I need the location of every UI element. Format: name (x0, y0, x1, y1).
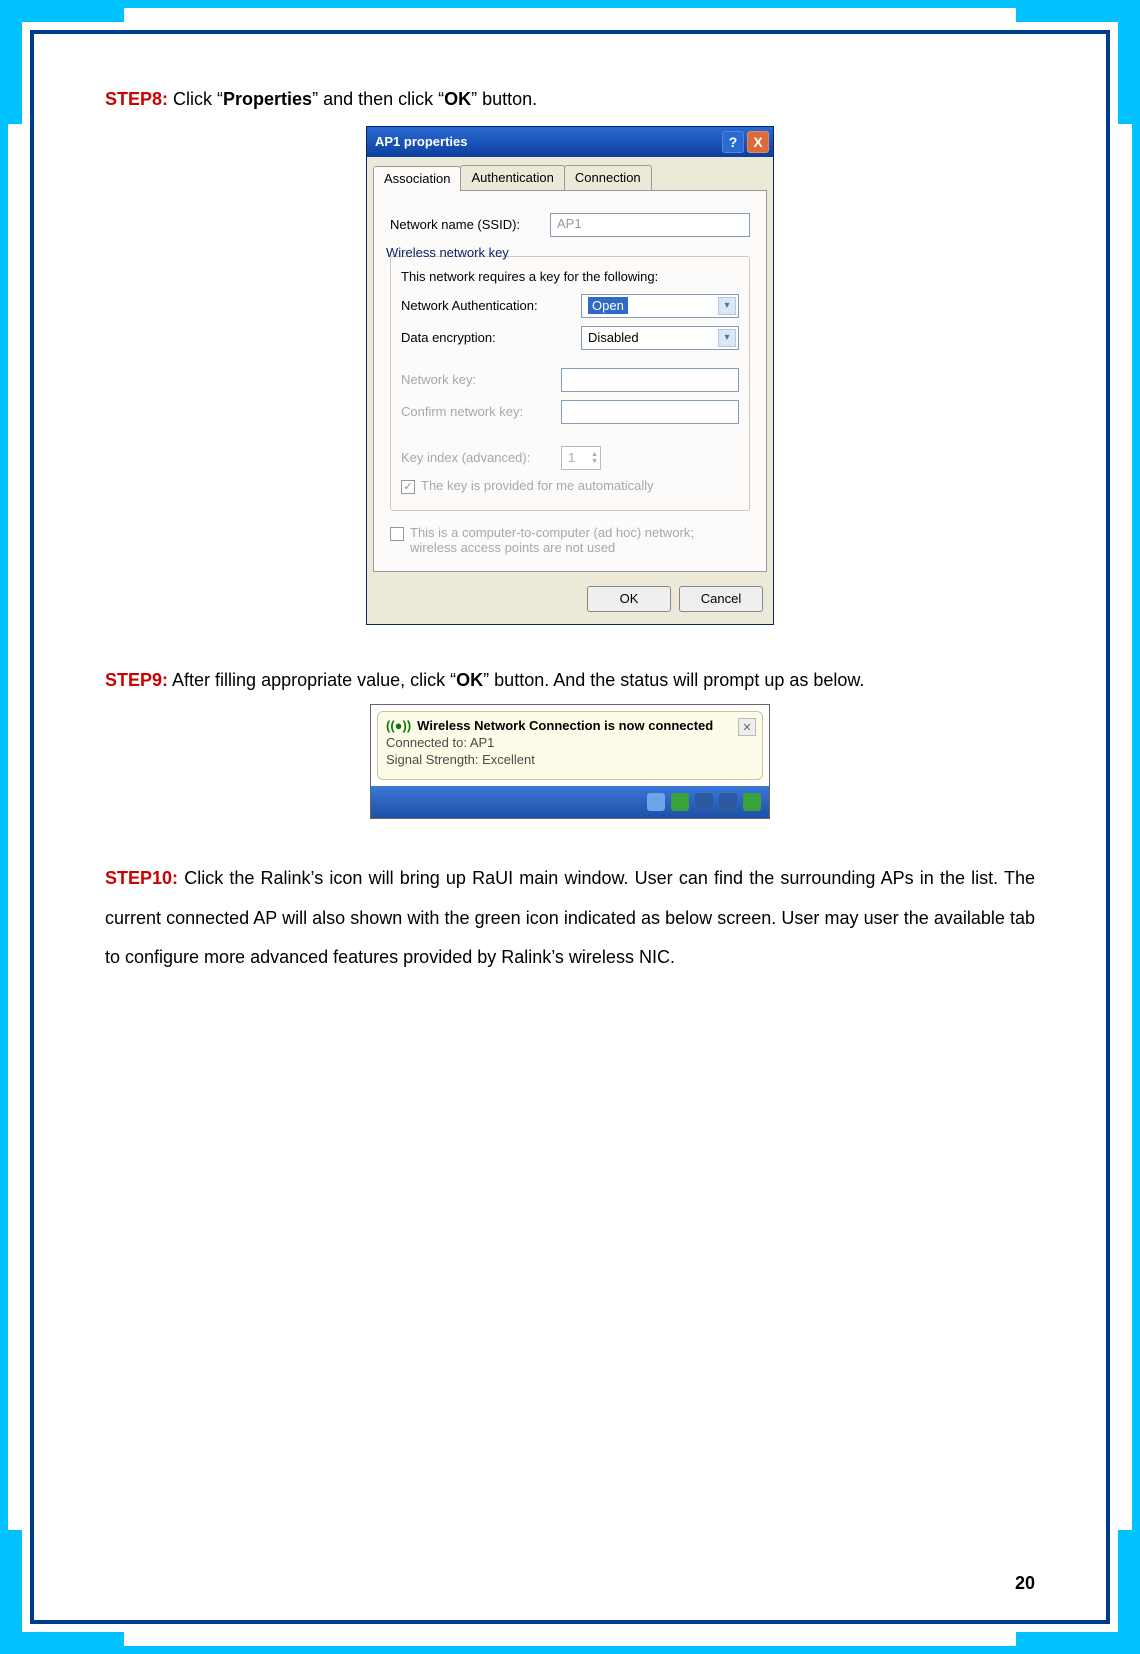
step9-label: STEP9: (105, 670, 168, 690)
balloon-title: Wireless Network Connection is now conne… (417, 718, 713, 733)
tray-icon[interactable] (743, 793, 761, 811)
balloon-signal-strength: Signal Strength: Excellent (386, 752, 754, 769)
tab-connection[interactable]: Connection (564, 165, 652, 190)
tray-icon[interactable] (695, 793, 713, 811)
key-index-label: Key index (advanced): (401, 450, 561, 465)
taskbar (371, 786, 769, 818)
auto-key-label: The key is provided for me automatically (421, 478, 654, 493)
step10-paragraph: STEP10: Click the Ralink’s icon will bri… (105, 859, 1035, 978)
auth-label: Network Authentication: (401, 298, 581, 313)
notification-screenshot: ✕ ((●)) Wireless Network Connection is n… (370, 704, 770, 819)
tab-authentication[interactable]: Authentication (460, 165, 564, 190)
ssid-label: Network name (SSID): (390, 217, 550, 232)
step10-label: STEP10: (105, 868, 178, 888)
network-key-input (561, 368, 739, 392)
cancel-button[interactable]: Cancel (679, 586, 763, 612)
dialog-footer: OK Cancel (367, 578, 773, 624)
requires-key-text: This network requires a key for the foll… (401, 269, 739, 284)
tray-wireless-icon[interactable] (671, 793, 689, 811)
tray-icon[interactable] (719, 793, 737, 811)
dialog-body: Network name (SSID): AP1 Wireless networ… (373, 190, 767, 572)
page-content: STEP8: Click “Properties” and then click… (105, 80, 1035, 1554)
confirm-key-input (561, 400, 739, 424)
stepper-arrows-icon: ▲▼ (591, 451, 598, 465)
tray-icon[interactable] (647, 793, 665, 811)
auth-select[interactable]: Open ▾ (581, 294, 739, 318)
chevron-down-icon: ▾ (718, 329, 736, 347)
notification-balloon: ✕ ((●)) Wireless Network Connection is n… (377, 711, 763, 780)
step8-paragraph: STEP8: Click “Properties” and then click… (105, 80, 1035, 120)
help-icon: ? (729, 134, 738, 150)
adhoc-label: This is a computer-to-computer (ad hoc) … (410, 525, 730, 555)
encryption-select[interactable]: Disabled ▾ (581, 326, 739, 350)
adhoc-checkbox (390, 527, 404, 541)
ok-button[interactable]: OK (587, 586, 671, 612)
tab-association[interactable]: Association (373, 166, 461, 191)
balloon-close-button[interactable]: ✕ (738, 718, 756, 736)
step8-label: STEP8: (105, 89, 168, 109)
ssid-input[interactable]: AP1 (550, 213, 750, 237)
confirm-key-label: Confirm network key: (401, 404, 561, 419)
close-icon: X (753, 134, 762, 150)
help-button[interactable]: ? (722, 131, 744, 153)
close-button[interactable]: X (747, 131, 769, 153)
auth-select-value: Open (588, 297, 628, 314)
step9-paragraph: STEP9: After filling appropriate value, … (105, 661, 1035, 701)
network-key-label: Network key: (401, 372, 561, 387)
wireless-key-fieldset: This network requires a key for the foll… (390, 256, 750, 511)
chevron-down-icon: ▾ (718, 297, 736, 315)
ap1-properties-dialog: AP1 properties ? X Association Authentic… (366, 126, 774, 625)
auto-key-checkbox: ✓ (401, 480, 415, 494)
dialog-tabs: Association Authentication Connection (367, 157, 773, 190)
encryption-label: Data encryption: (401, 330, 581, 345)
wireless-icon: ((●)) (386, 718, 411, 733)
dialog-title: AP1 properties (375, 134, 467, 149)
encryption-select-value: Disabled (588, 330, 639, 345)
balloon-connected-to: Connected to: AP1 (386, 735, 754, 752)
page-number: 20 (1015, 1573, 1035, 1594)
dialog-titlebar[interactable]: AP1 properties ? X (367, 127, 773, 157)
key-index-stepper: 1 ▲▼ (561, 446, 601, 470)
